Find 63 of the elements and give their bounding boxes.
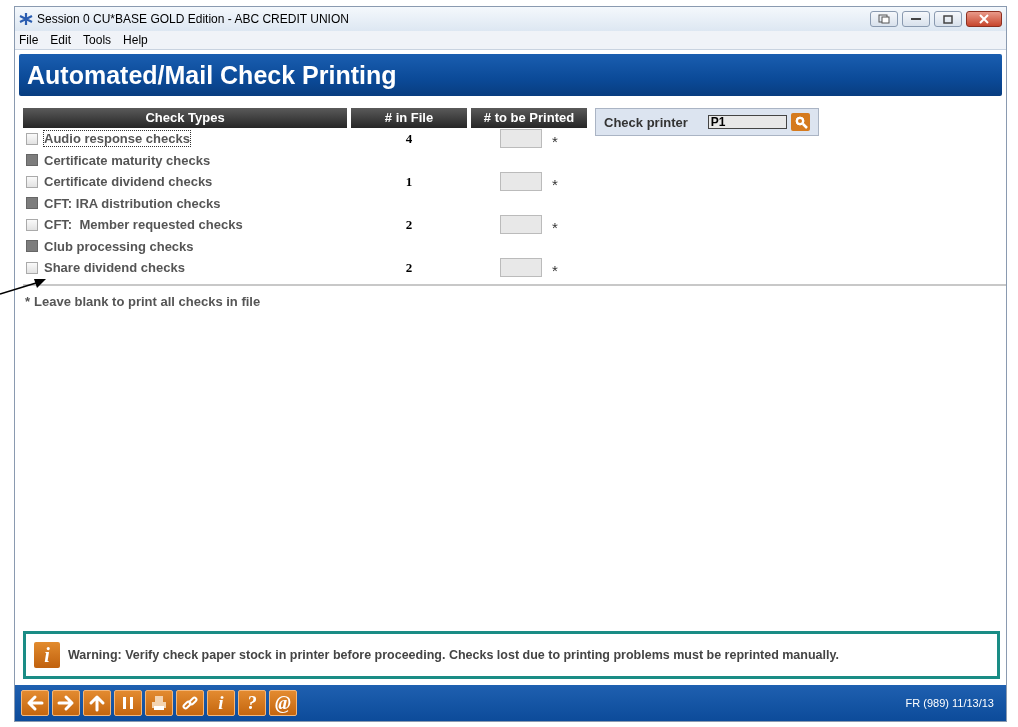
restore-session-button[interactable] [870, 11, 898, 27]
checkbox[interactable] [26, 132, 38, 145]
info-icon: i [34, 642, 60, 668]
check-type-label: Certificate dividend checks [44, 174, 213, 190]
check-type-label: Club processing checks [44, 238, 194, 254]
toolbar-button[interactable] [114, 690, 142, 716]
asterisk: * [25, 293, 31, 309]
check-type-label: CFT: Member requested checks [44, 217, 243, 233]
check-type-label: CFT: IRA distribution checks [44, 195, 221, 211]
column-header: # in File [351, 108, 467, 128]
pause-icon [122, 696, 134, 710]
back-arrow-icon [26, 694, 44, 712]
warning-text: Warning: Verify check paper stock in printer before proceeding. Checks lost due to printing problems must be reprinted manually. [68, 648, 839, 662]
window-title: Session 0 CU*BASE GOLD Edition - ABC CREDIT UNION [37, 12, 349, 26]
close-icon [979, 14, 989, 24]
status-text: FR (989) 11/13/13 [905, 697, 994, 709]
asterisk: * [552, 133, 558, 151]
count-in-file: 2 [405, 216, 413, 233]
search-button[interactable] [791, 113, 810, 131]
count-input-field[interactable] [500, 258, 543, 278]
page-title: Automated/Mail Check Printing [27, 60, 397, 90]
printer-icon [151, 695, 167, 711]
app-logo-icon [19, 12, 33, 26]
menu-item[interactable]: Edit [50, 33, 72, 47]
count-input-field[interactable] [500, 172, 543, 192]
count-in-file: 4 [405, 130, 413, 147]
forward-arrow-icon [57, 694, 75, 712]
menu-item[interactable]: Help [123, 33, 148, 47]
menu-item[interactable]: Tools [83, 33, 112, 47]
maximize-icon [943, 14, 953, 24]
check-type-label: Share dividend checks [44, 260, 185, 276]
footnote-text: Leave blank to print all checks in file [34, 293, 261, 309]
toolbar-button[interactable] [176, 690, 204, 716]
search-icon [793, 115, 808, 129]
annotation-arrow [0, 278, 48, 296]
count-in-file: 1 [405, 173, 413, 190]
minimize-icon [911, 17, 921, 21]
checkbox[interactable] [26, 261, 38, 274]
toolbar-button[interactable] [52, 690, 80, 716]
link-icon [182, 695, 198, 711]
count-input-field[interactable] [500, 215, 543, 235]
close-button[interactable] [966, 11, 1002, 27]
column-header: # to be Printed [471, 108, 587, 128]
printer-label: Check printer [604, 114, 688, 130]
maximize-button[interactable] [934, 11, 962, 27]
count-in-file: 2 [405, 259, 413, 276]
checkbox[interactable] [26, 175, 38, 188]
count-input-field[interactable] [500, 129, 543, 149]
menu-item[interactable]: File [19, 33, 39, 47]
asterisk: * [552, 219, 558, 237]
asterisk: * [552, 262, 558, 280]
minimize-button[interactable] [902, 11, 930, 27]
toolbar-button[interactable] [21, 690, 49, 716]
up-arrow-icon [88, 694, 106, 712]
asterisk: * [552, 176, 558, 194]
windows-icon [878, 14, 890, 24]
toolbar-button[interactable] [83, 690, 111, 716]
toolbar-button[interactable] [145, 690, 173, 716]
check-type-label: Audio response checks [44, 131, 190, 147]
checkbox[interactable] [26, 218, 38, 231]
check-type-label: Certificate maturity checks [44, 152, 211, 168]
column-header: Check Types [23, 108, 347, 128]
printer-field[interactable]: P1 [707, 115, 788, 129]
